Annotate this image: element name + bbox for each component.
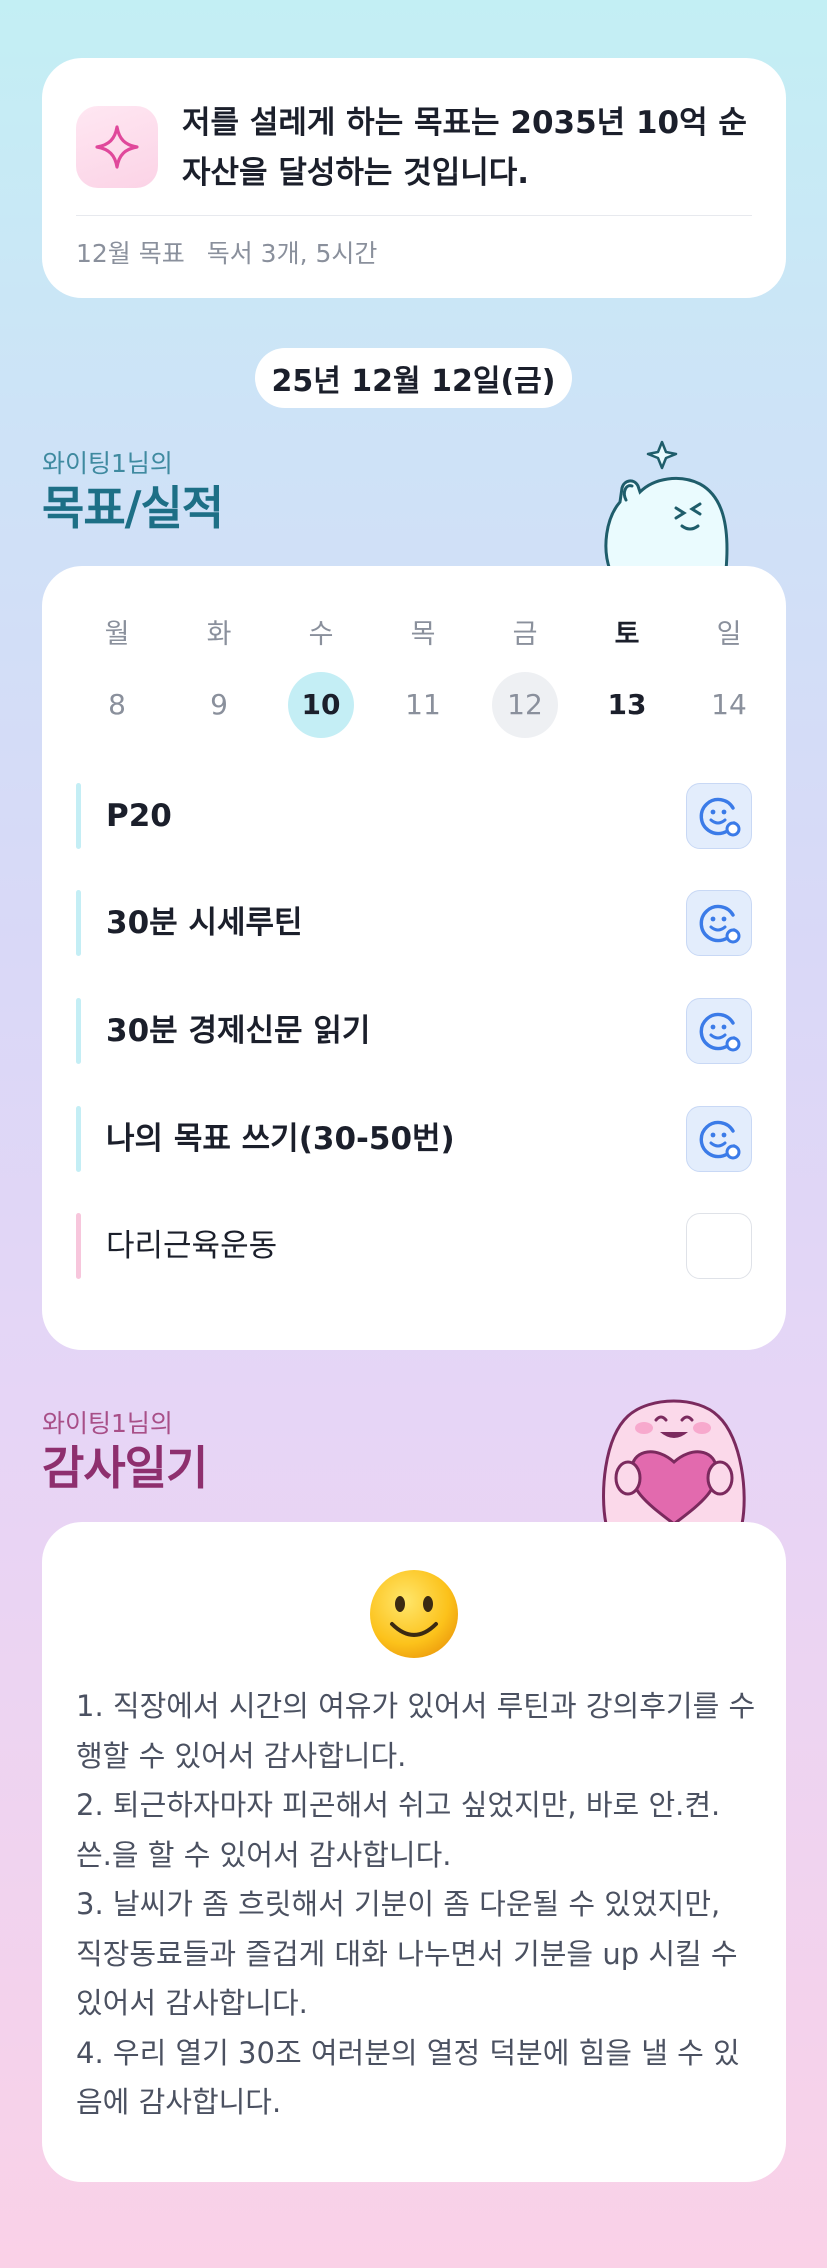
weekday-sat: 토 — [614, 619, 640, 650]
task-checkbox-checked[interactable] — [686, 1106, 752, 1172]
task-indicator — [76, 890, 81, 956]
weekday-thu: 목 — [410, 619, 436, 650]
task-item[interactable]: P20 — [76, 783, 752, 849]
weekday-mon: 월 — [104, 619, 130, 650]
gratitude-line: 3. 날씨가 좀 흐릿해서 기분이 좀 다운될 수 있었지만, 직장동료들과 즐… — [76, 1887, 738, 2020]
mascot-heart-icon — [602, 1399, 746, 1524]
gratitude-card: 1. 직장에서 시간의 여유가 있어서 루틴과 강의후기를 수행할 수 있어서 … — [42, 1522, 786, 2182]
task-item[interactable]: 30분 시세루틴 — [76, 890, 752, 956]
task-item[interactable]: 나의 목표 쓰기(30-50번) — [76, 1106, 752, 1172]
task-checkbox-unchecked[interactable] — [686, 1213, 752, 1279]
task-label: 30분 시세루틴 — [106, 905, 303, 941]
date-cell[interactable]: 11 — [390, 672, 456, 738]
date-cell[interactable]: 13 — [594, 672, 660, 738]
records-card: 월 화 수 목 금 토 일 8 9 10 11 12 13 14 P20 30분 — [42, 566, 786, 1350]
smile-check-icon — [699, 904, 741, 944]
mascot-thumbs-up-icon — [604, 440, 729, 570]
sparkle-icon — [76, 106, 158, 188]
task-indicator — [76, 783, 81, 849]
task-label: 30분 경제신문 읽기 — [106, 1013, 371, 1049]
task-indicator — [76, 1213, 81, 1279]
monthly-goal-value: 독서 3개, 5시간 — [206, 239, 378, 268]
goal-card: 저를 설레게 하는 목표는 2035년 10억 순자산을 달성하는 것입니다. … — [42, 58, 786, 298]
task-item[interactable]: 30분 경제신문 읽기 — [76, 998, 752, 1064]
date-cell[interactable]: 9 — [186, 672, 252, 738]
task-indicator — [76, 1106, 81, 1172]
goals-section-title: 목표/실적 — [42, 481, 224, 535]
date-cell[interactable]: 14 — [696, 672, 762, 738]
smile-check-icon — [699, 797, 741, 837]
task-label: P20 — [106, 798, 172, 834]
task-checkbox-checked[interactable] — [686, 998, 752, 1064]
smiling-face-icon — [370, 1570, 458, 1658]
weekday-tue: 화 — [206, 619, 232, 650]
gratitude-section-title: 감사일기 — [42, 1441, 208, 1495]
smile-check-icon — [699, 1012, 741, 1052]
divider — [76, 215, 752, 216]
weekday-fri: 금 — [512, 619, 538, 650]
task-label: 나의 목표 쓰기(30-50번) — [106, 1121, 455, 1157]
date-cell-selected[interactable]: 10 — [288, 672, 354, 738]
goal-statement: 저를 설레게 하는 목표는 2035년 10억 순자산을 달성하는 것입니다. — [182, 105, 747, 191]
date-selector[interactable]: 25년 12월 12일(금) — [255, 348, 572, 408]
gratitude-line: 1. 직장에서 시간의 여유가 있어서 루틴과 강의후기를 수행할 수 있어서 … — [76, 1689, 756, 1773]
task-label: 다리근육운동 — [106, 1228, 278, 1264]
task-item[interactable]: 다리근육운동 — [76, 1213, 752, 1279]
date-cell[interactable]: 8 — [84, 672, 150, 738]
monthly-goal-label: 12월 목표 — [76, 239, 185, 268]
weekday-wed: 수 — [308, 619, 334, 650]
task-indicator — [76, 998, 81, 1064]
gratitude-line: 4. 우리 열기 30조 여러분의 열정 덕분에 힘을 낼 수 있음에 감사합니… — [76, 2035, 740, 2120]
date-cell-current[interactable]: 12 — [492, 672, 558, 738]
smile-check-icon — [699, 1120, 741, 1160]
monthly-goal: 12월 목표 독서 3개, 5시간 — [76, 234, 377, 270]
task-checkbox-checked[interactable] — [686, 783, 752, 849]
weekday-sun: 일 — [716, 619, 742, 650]
gratitude-line: 2. 퇴근하자마자 피곤해서 쉬고 싶었지만, 바로 안.켠.쓴.을 할 수 있… — [76, 1788, 721, 1872]
task-checkbox-checked[interactable] — [686, 890, 752, 956]
gratitude-diary-text: 1. 직장에서 시간의 여유가 있어서 루틴과 강의후기를 수행할 수 있어서 … — [76, 1682, 756, 2128]
